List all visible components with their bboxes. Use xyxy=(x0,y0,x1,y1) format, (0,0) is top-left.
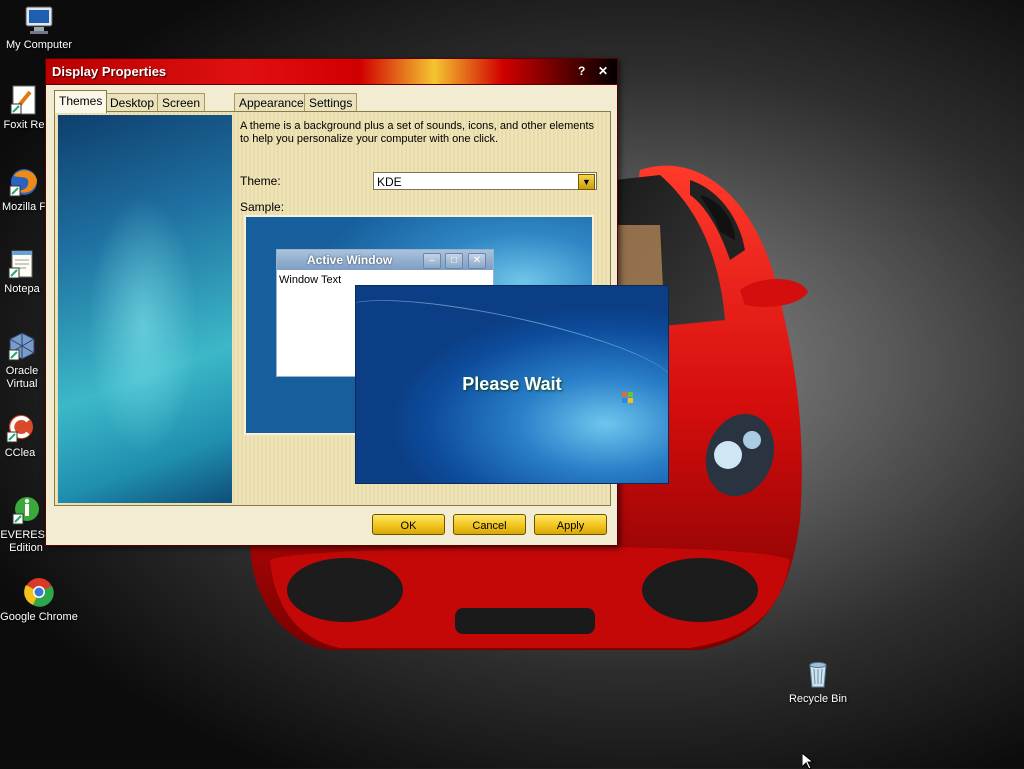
window-title: Display Properties xyxy=(52,64,167,79)
maximize-icon: □ xyxy=(445,253,463,269)
desktop-icon-google-chrome[interactable]: Google Chrome xyxy=(0,576,79,624)
please-wait-overlay: Please Wait xyxy=(355,285,669,484)
theme-description: A theme is a background plus a set of so… xyxy=(240,120,595,145)
sample-label: Sample: xyxy=(240,200,285,214)
help-button[interactable]: ? xyxy=(578,64,585,78)
close-icon: ✕ xyxy=(468,253,486,269)
desktop-icon-my-computer[interactable]: My Computer xyxy=(0,4,79,52)
apply-button[interactable]: Apply xyxy=(534,514,607,535)
window-titlebar[interactable]: Display Properties ? ✕ xyxy=(46,59,617,85)
ccleaner-icon xyxy=(4,412,36,444)
chevron-down-icon[interactable]: ▼ xyxy=(578,174,595,190)
windows-logo-icon xyxy=(622,392,633,403)
theme-dropdown-value: KDE xyxy=(377,175,402,189)
theme-dropdown[interactable]: KDE ▼ xyxy=(373,172,597,190)
tab-settings[interactable]: Settings xyxy=(304,93,358,112)
computer-icon xyxy=(23,4,55,36)
firefox-icon xyxy=(8,166,40,198)
virtualbox-icon xyxy=(6,330,38,362)
desktop-icon-label: Google Chrome xyxy=(0,611,78,623)
theme-label: Theme: xyxy=(240,174,281,188)
tab-themes[interactable]: Themes xyxy=(54,90,108,113)
desktop-icon-recycle-bin[interactable]: Recycle Bin xyxy=(778,658,858,706)
desktop-icon-label: Recycle Bin xyxy=(788,693,848,705)
desktop-icon-label: My Computer xyxy=(5,39,73,51)
theme-preview-strip xyxy=(58,115,232,503)
chrome-icon xyxy=(23,576,55,608)
ok-button[interactable]: OK xyxy=(372,514,445,535)
tab-screen-saver[interactable]: Screen Saver xyxy=(157,93,206,128)
cancel-button[interactable]: Cancel xyxy=(453,514,526,535)
notepad-icon xyxy=(6,248,38,280)
desktop-icon-label: Notepa xyxy=(4,283,40,295)
everest-icon xyxy=(10,494,42,526)
recycle-bin-icon xyxy=(802,658,834,690)
tab-appearance[interactable]: Appearance xyxy=(234,93,309,112)
desktop-icon-label: CClea xyxy=(4,447,36,459)
mouse-cursor-icon xyxy=(802,753,814,769)
close-button[interactable]: ✕ xyxy=(598,64,608,78)
minimize-icon: – xyxy=(423,253,441,269)
desktop-icon-notepad[interactable]: Notepa xyxy=(0,248,50,296)
tab-desktop[interactable]: Desktop xyxy=(105,93,160,112)
desktop-icon-ccleaner[interactable]: CClea xyxy=(0,412,48,460)
foxit-reader-icon xyxy=(8,84,40,116)
